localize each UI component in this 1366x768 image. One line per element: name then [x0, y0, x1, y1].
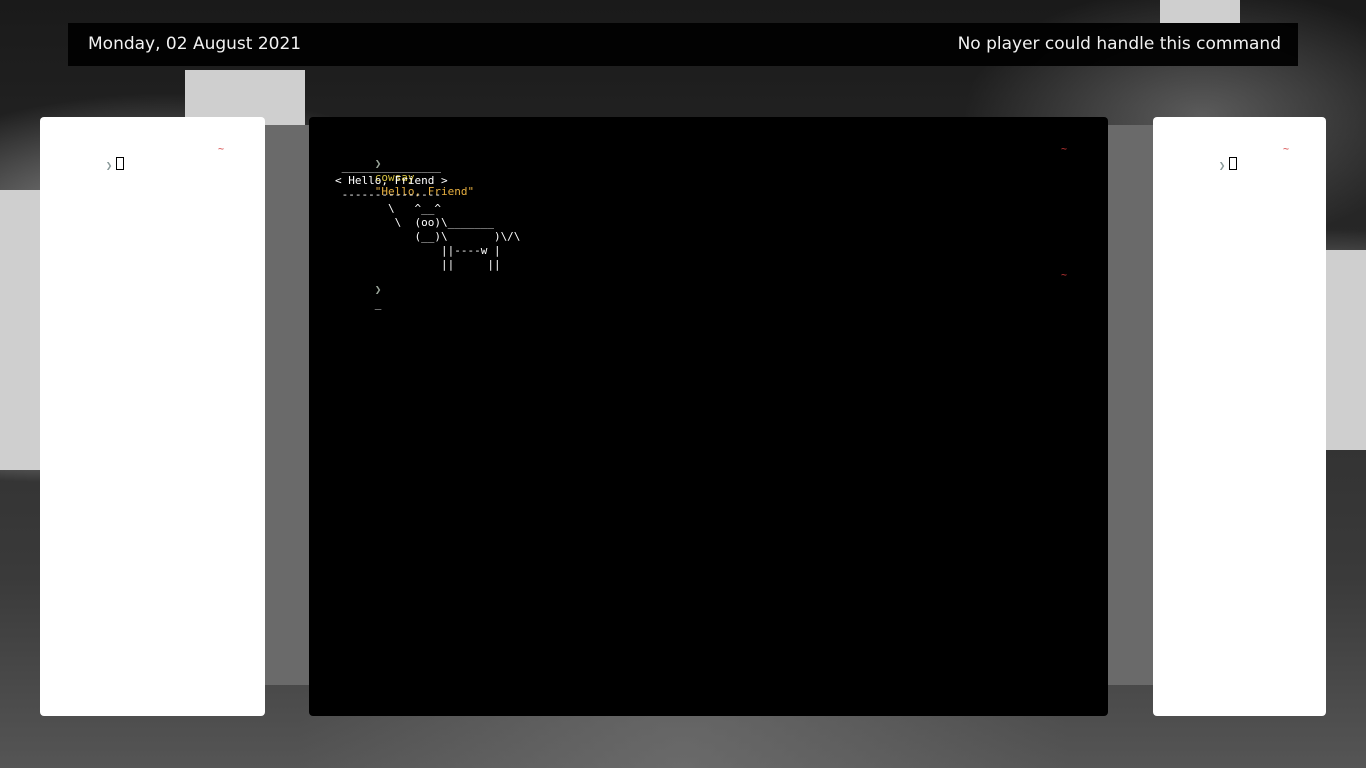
prompt-line: ❯	[1179, 143, 1238, 187]
terminal-right[interactable]: ❯ ~	[1153, 117, 1326, 716]
current-directory: ~	[1283, 144, 1290, 155]
current-directory: ~	[1061, 144, 1068, 155]
current-directory: ~	[1061, 270, 1068, 281]
cowsay-output: _______________ < Hello, Friend > ------…	[335, 160, 521, 271]
prompt-chevron-icon: ❯	[374, 283, 382, 296]
prompt-chevron-icon: ❯	[1218, 159, 1226, 172]
current-directory: ~	[218, 144, 225, 155]
text-cursor	[116, 157, 125, 170]
active-prompt-line[interactable]: ❯ _	[335, 269, 382, 325]
terminal-center[interactable]: ❯ cowsay "Hello, Friend" ~ _____________…	[309, 117, 1108, 716]
wallpaper-billboard	[1160, 0, 1240, 23]
desktop-wallpaper: Monday, 02 August 2021 No player could h…	[0, 0, 1366, 768]
terminal-left[interactable]: ❯ ~	[40, 117, 265, 716]
top-bar: Monday, 02 August 2021 No player could h…	[68, 23, 1298, 66]
prompt-chevron-icon: ❯	[105, 159, 113, 172]
text-cursor: _	[374, 297, 382, 310]
prompt-line: ❯	[66, 143, 125, 187]
wallpaper-building	[1108, 125, 1153, 685]
wallpaper-billboard	[0, 190, 40, 470]
date-clock[interactable]: Monday, 02 August 2021	[88, 34, 301, 54]
media-player-status[interactable]: No player could handle this command	[958, 34, 1281, 54]
wallpaper-building	[265, 125, 309, 685]
text-cursor	[1229, 157, 1238, 170]
wallpaper-billboard	[1326, 250, 1366, 450]
